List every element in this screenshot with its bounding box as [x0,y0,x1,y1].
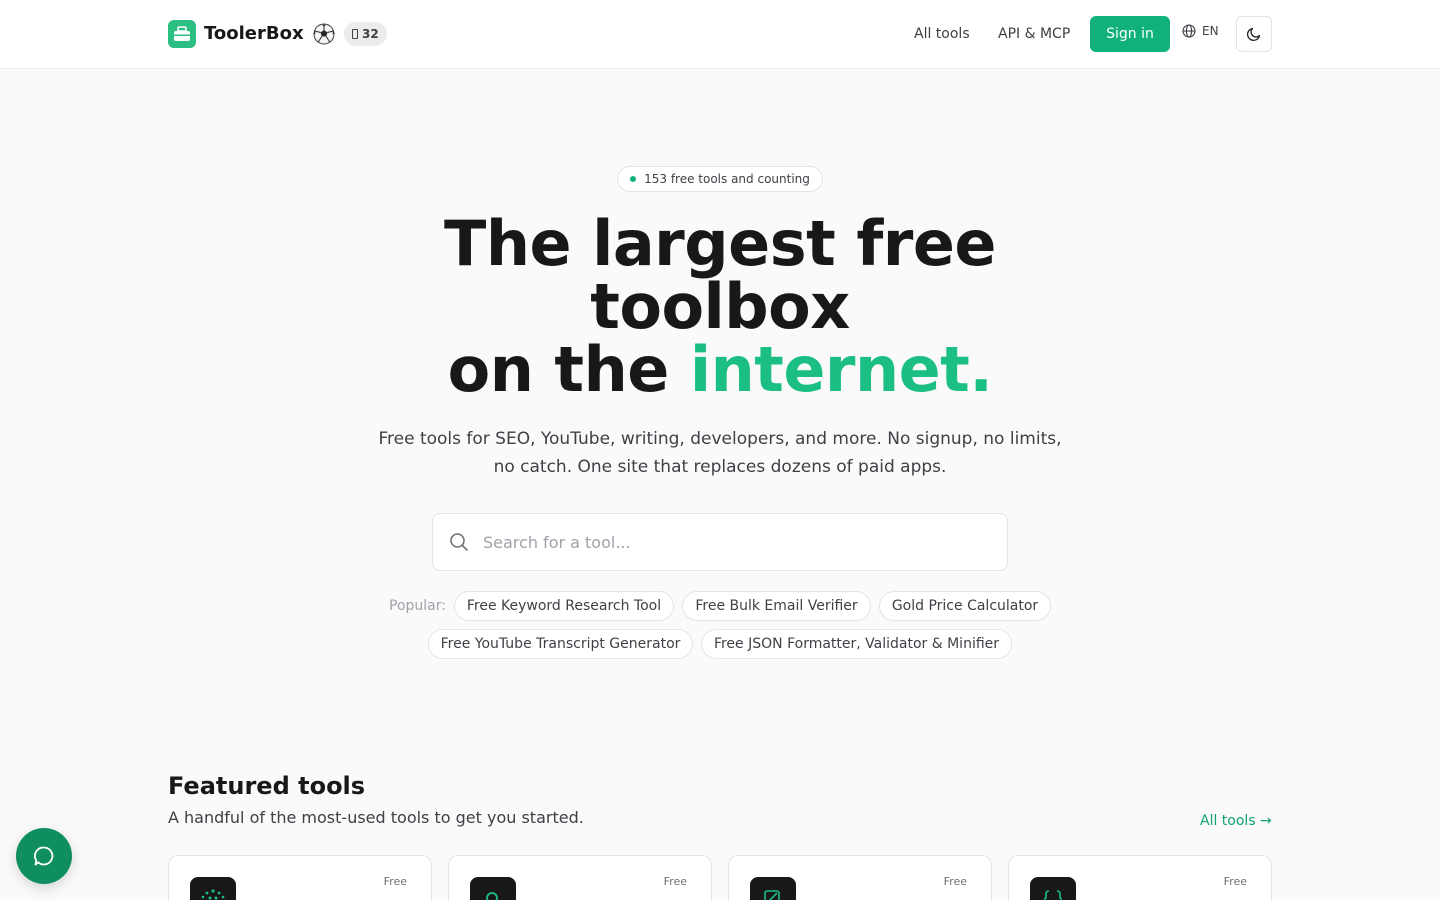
badge-glyph-icon [352,29,358,39]
hero-title-prefix: on the [447,333,690,406]
free-badge: Free [383,875,407,888]
chat-button[interactable] [16,828,72,884]
brand-name[interactable]: ToolerBox [204,22,304,46]
soccer-ball-icon [313,23,335,45]
moon-icon [1246,27,1261,42]
tool-count-badge: 32 [344,22,387,46]
edit-icon [750,877,796,900]
popular-chip-gold-calculator[interactable]: Gold Price Calculator [879,591,1051,621]
popular-chip-youtube-transcript[interactable]: Free YouTube Transcript Generator [428,629,693,659]
search-icon [450,533,468,551]
nav-api-mcp[interactable]: API & MCP [998,24,1070,44]
popular-label: Popular: [389,598,446,614]
language-selector[interactable]: EN [1182,24,1219,38]
tool-search-box[interactable] [432,513,1008,571]
hero-title-line1: The largest free toolbox [444,207,996,343]
featured-card[interactable]: Free [728,855,992,900]
status-dot-icon [630,176,637,182]
free-badge: Free [1223,875,1247,888]
logo-toolbox-icon[interactable] [168,20,196,48]
hero-title-accent: internet. [689,333,993,406]
all-tools-link[interactable]: All tools → [1200,812,1272,830]
badge-count: 32 [362,27,379,41]
theme-toggle-button[interactable] [1236,16,1272,52]
popular-chip-json-formatter[interactable]: Free JSON Formatter, Validator & Minifie… [701,629,1012,659]
search-icon [470,877,516,900]
featured-card[interactable]: Free [448,855,712,900]
chat-bubble-icon [34,846,54,866]
pill-text: 153 free tools and counting [644,172,810,186]
nav-all-tools[interactable]: All tools [914,24,970,44]
language-label: EN [1202,24,1219,38]
globe-icon [1182,24,1196,38]
free-badge: Free [943,875,967,888]
tool-count-pill: 153 free tools and counting [617,166,823,192]
hero-title: The largest free toolbox on the internet… [0,212,1440,401]
hero-subtitle: Free tools for SEO, YouTube, writing, de… [378,429,1062,477]
featured-card[interactable]: Free [1008,855,1272,900]
featured-subtitle: A handful of the most-used tools to get … [168,808,584,827]
popular-chip-email-verifier[interactable]: Free Bulk Email Verifier [682,591,871,621]
search-input[interactable] [483,532,963,552]
sparkle-icon [190,877,236,900]
braces-icon [1030,877,1076,900]
featured-card[interactable]: Free [168,855,432,900]
free-badge: Free [663,875,687,888]
featured-title: Featured tools [168,772,366,800]
popular-chip-keyword-research[interactable]: Free Keyword Research Tool [454,591,674,621]
site-header: ToolerBox 32 All tools API & MCP Sign in… [0,0,1440,69]
sign-in-button[interactable]: Sign in [1090,16,1170,52]
